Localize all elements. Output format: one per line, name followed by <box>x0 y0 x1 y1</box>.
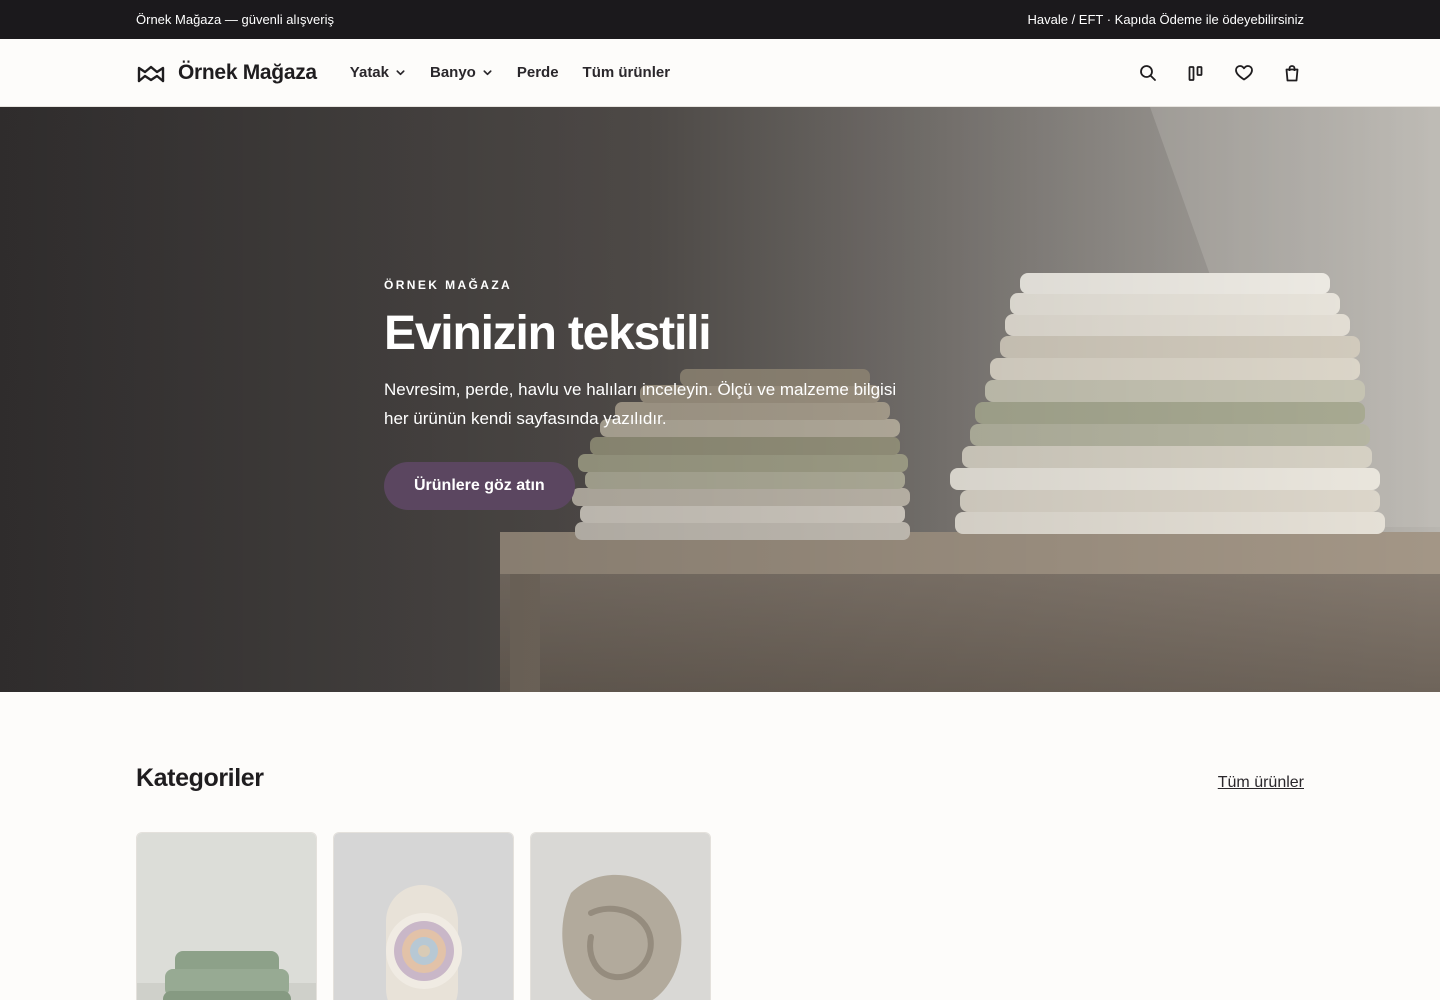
nav-item-perde[interactable]: Perde <box>517 64 559 81</box>
announcement-bar: Örnek Mağaza — güvenli alışveriş Havale … <box>0 0 1440 39</box>
hero-title: Evinizin tekstili <box>384 307 712 360</box>
nav-item-label: Yatak <box>349 64 389 81</box>
heart-icon <box>1235 64 1253 80</box>
categories-header: Kategoriler Tüm ürünler <box>136 764 1304 793</box>
hero-banner: ÖRNEK MAĞAZA Evinizin tekstili Nevresim,… <box>0 107 1440 692</box>
announcement-left: Örnek Mağaza — güvenli alışveriş <box>136 12 334 27</box>
announcement-right: Havale / EFT · Kapıda Ödeme ile ödeyebil… <box>1027 12 1305 27</box>
hero-eyebrow: ÖRNEK MAĞAZA <box>384 278 513 292</box>
main-nav: Yatak Banyo Perde Tüm ürünler <box>350 64 670 81</box>
towel-image <box>334 833 513 1000</box>
categories-title: Kategoriler <box>136 764 264 792</box>
category-card-towel[interactable] <box>333 832 514 1000</box>
category-card-bedding[interactable] <box>136 832 317 1000</box>
compare-icon <box>1188 65 1203 81</box>
header-actions <box>1136 61 1304 85</box>
search-button[interactable] <box>1136 61 1160 85</box>
site-header: Örnek Mağaza Yatak Banyo Perde Tüm ürünl… <box>0 39 1440 107</box>
shopping-bag-icon <box>1285 64 1299 81</box>
chevron-down-icon <box>396 70 405 76</box>
chevron-down-icon <box>483 70 492 76</box>
all-products-link[interactable]: Tüm ürünler <box>1218 774 1304 792</box>
nav-item-banyo[interactable]: Banyo <box>430 64 493 81</box>
nav-item-label: Banyo <box>430 64 476 81</box>
wishlist-button[interactable] <box>1232 61 1256 85</box>
compare-button[interactable] <box>1184 61 1208 85</box>
search-icon <box>1140 64 1156 81</box>
nav-item-yatak[interactable]: Yatak <box>350 64 406 81</box>
cart-button[interactable] <box>1280 61 1304 85</box>
bedding-image <box>137 833 316 1000</box>
category-card-throw[interactable] <box>530 832 711 1000</box>
nav-item-all-products[interactable]: Tüm ürünler <box>583 64 671 81</box>
browse-products-button[interactable]: Ürünlere göz atın <box>384 461 575 510</box>
nav-item-label: Tüm ürünler <box>582 64 671 81</box>
category-cards <box>136 832 1304 1000</box>
throw-blanket-image <box>531 833 710 1000</box>
hero-description: Nevresim, perde, havlu ve halıları incel… <box>384 379 897 428</box>
brand-link[interactable]: Örnek Mağaza <box>136 61 317 85</box>
nav-item-label: Perde <box>516 64 559 81</box>
brand-logo-icon <box>137 65 165 82</box>
brand-name: Örnek Mağaza <box>178 60 317 84</box>
hero-content: ÖRNEK MAĞAZA Evinizin tekstili Nevresim,… <box>384 278 924 510</box>
categories-section: Kategoriler Tüm ürünler <box>0 692 1440 1000</box>
